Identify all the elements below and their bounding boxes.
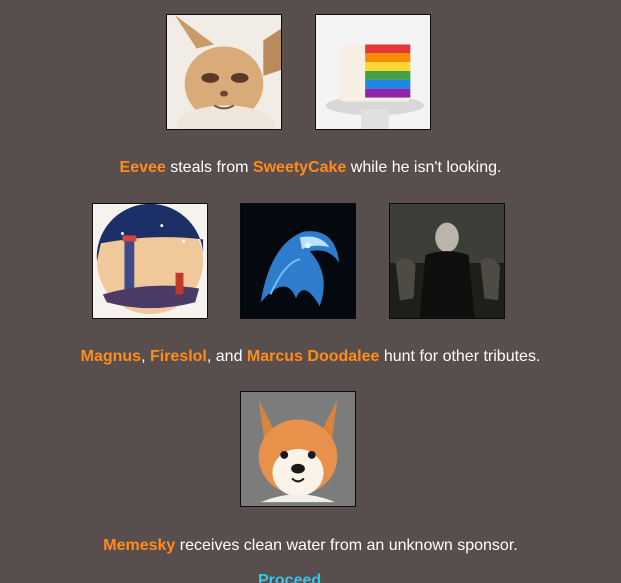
tribute-name[interactable]: Memesky <box>103 537 175 554</box>
event-eevee-steals: Eevee steals from SweetyCake while he is… <box>0 159 621 177</box>
event-text: while he isn't looking. <box>350 159 502 176</box>
proceed-link[interactable]: Proceed <box>258 572 321 583</box>
sweetycake-avatar <box>315 14 431 130</box>
marcus-doodalee-avatar <box>389 203 505 319</box>
tribute-name[interactable]: Eevee <box>120 159 166 176</box>
event-text: receives clean water from an unknown spo… <box>179 537 518 554</box>
eevee-avatar <box>166 14 282 130</box>
fireslol-avatar <box>240 203 356 319</box>
event-hunt: Magnus, Fireslol, and Marcus Doodalee hu… <box>0 348 621 366</box>
tribute-name[interactable]: Marcus Doodalee <box>247 348 379 365</box>
event-log: Eevee steals from SweetyCake while he is… <box>0 0 621 583</box>
tribute-name[interactable]: SweetyCake <box>253 159 346 176</box>
tribute-name[interactable]: Fireslol <box>150 348 207 365</box>
event-text: hunt for other tributes. <box>383 348 541 365</box>
event-text: steals from <box>170 159 249 176</box>
event-sponsor: Memesky receives clean water from an unk… <box>0 537 621 555</box>
memesky-avatar <box>240 391 356 507</box>
event-text: , <box>141 348 146 365</box>
tribute-name[interactable]: Magnus <box>81 348 141 365</box>
magnus-avatar <box>92 203 208 319</box>
event-text: , and <box>206 348 243 365</box>
